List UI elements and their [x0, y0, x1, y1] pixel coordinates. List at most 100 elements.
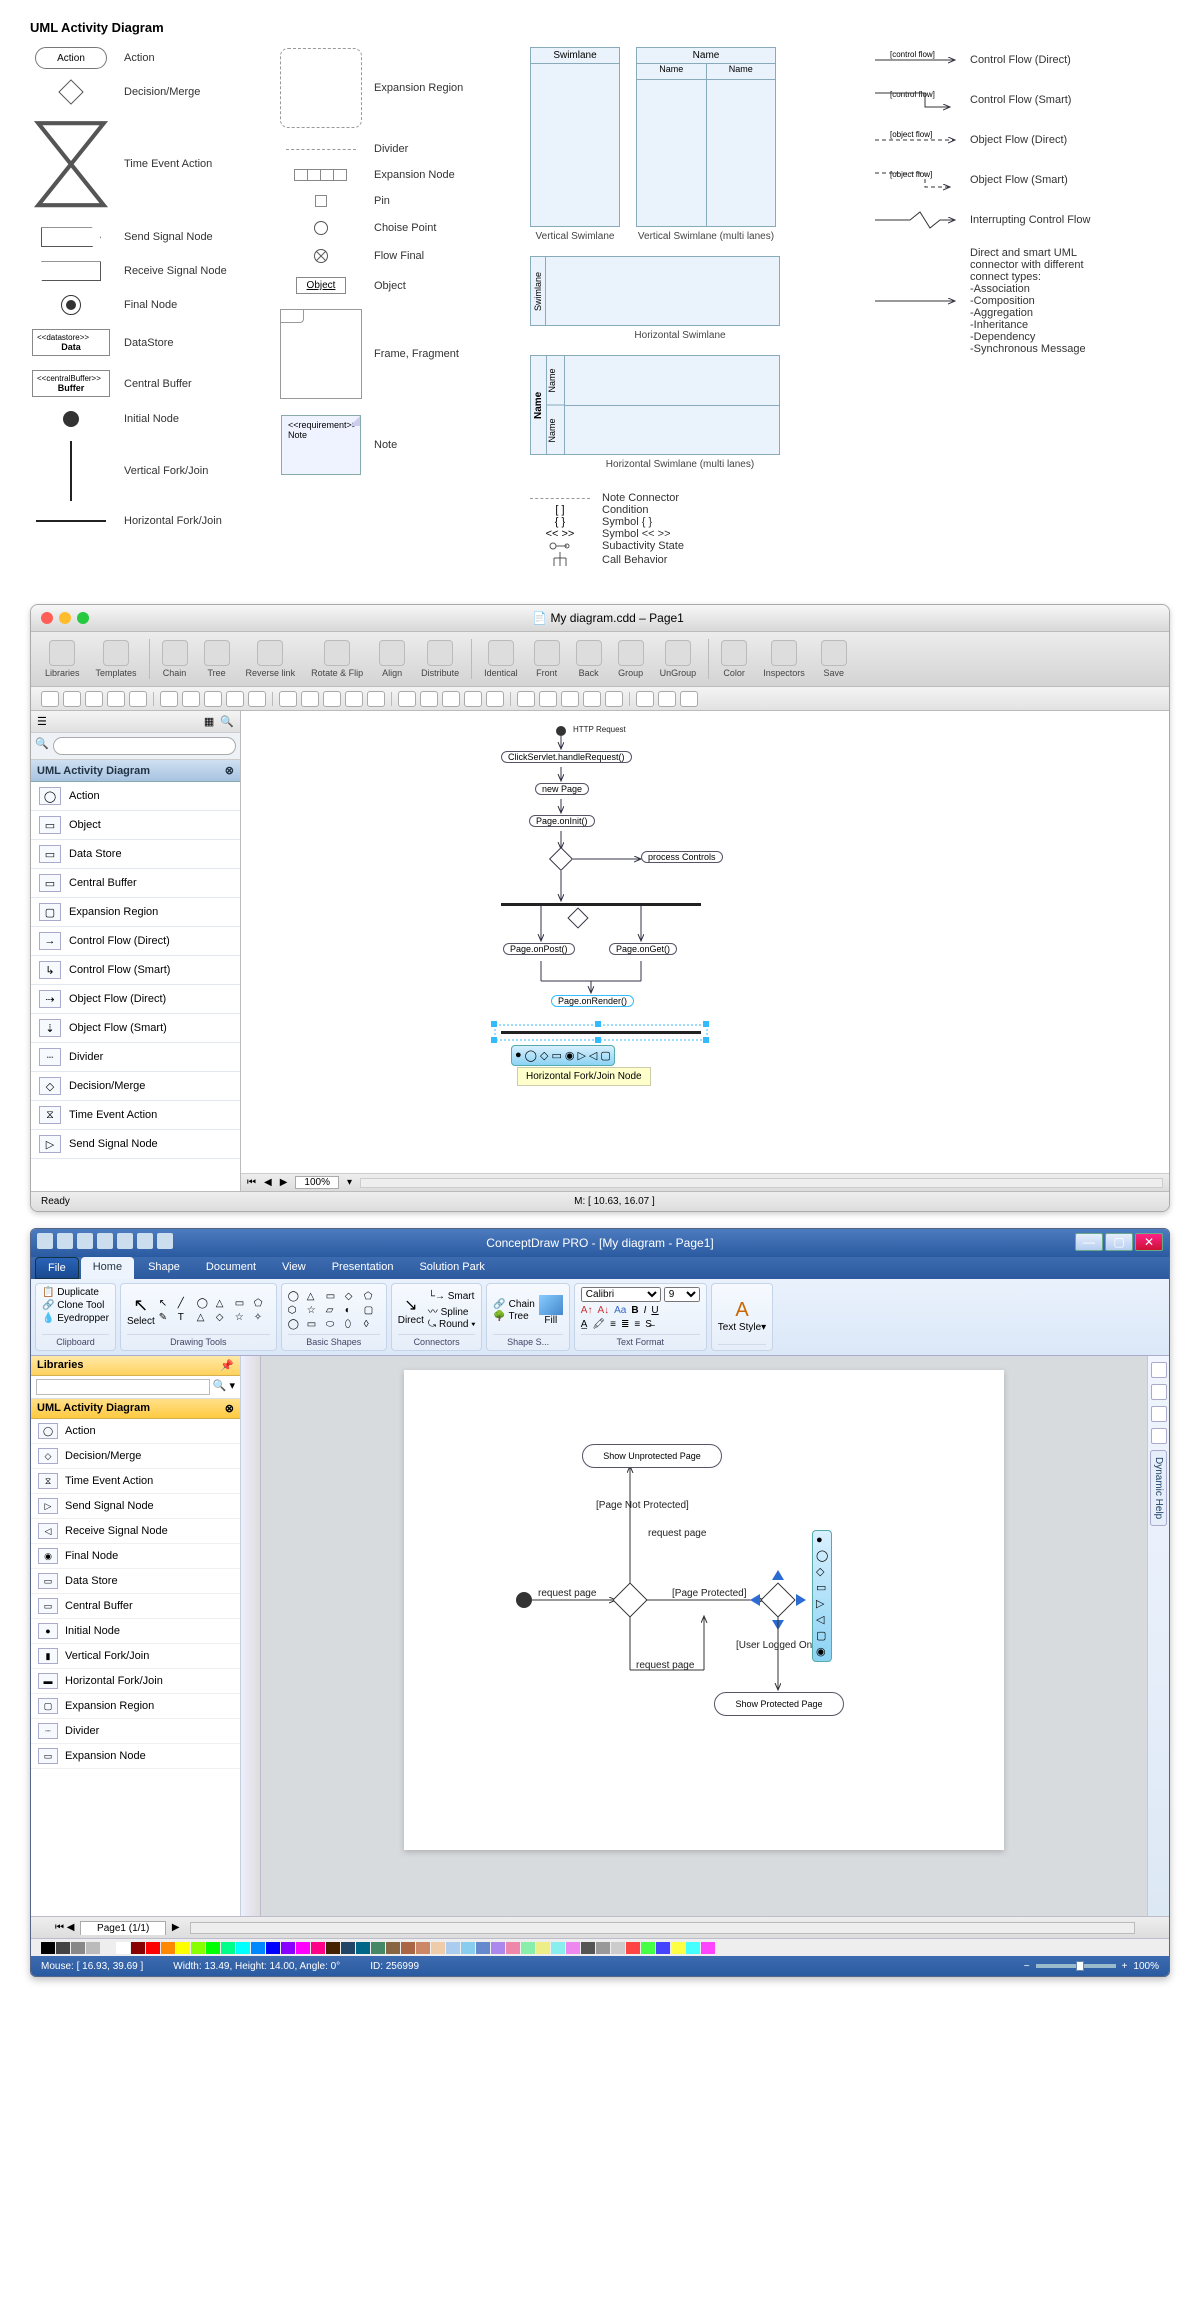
- first-page-icon[interactable]: ⏮: [55, 1922, 64, 1933]
- color-swatch[interactable]: [116, 1942, 130, 1954]
- strikethrough-icon[interactable]: S̶: [645, 1319, 652, 1330]
- basic-shape-button[interactable]: ◐: [345, 1305, 361, 1316]
- toolstrip-button[interactable]: [129, 691, 147, 707]
- toolstrip-button[interactable]: [539, 691, 557, 707]
- basic-shape-button[interactable]: ⬡: [288, 1305, 304, 1316]
- toolstrip-button[interactable]: [605, 691, 623, 707]
- win-titlebar[interactable]: ConceptDraw PRO - [My diagram - Page1] —…: [31, 1229, 1169, 1257]
- library-item-action[interactable]: ◯Action: [31, 1419, 240, 1444]
- color-palette[interactable]: [31, 1938, 1169, 1956]
- sidebar-item-control-flow-smart-[interactable]: ↳Control Flow (Smart): [31, 956, 240, 985]
- color-swatch[interactable]: [86, 1942, 100, 1954]
- color-swatch[interactable]: [221, 1942, 235, 1954]
- toolbar-chain-button[interactable]: Chain: [158, 640, 192, 678]
- color-swatch[interactable]: [701, 1942, 715, 1954]
- close-panel-icon[interactable]: ⊗: [225, 1402, 234, 1415]
- eyedropper-button[interactable]: 💧 Eyedropper: [42, 1313, 109, 1324]
- sidebar-item-object-flow-direct-[interactable]: ⇢Object Flow (Direct): [31, 985, 240, 1014]
- node[interactable]: Show Protected Page: [714, 1692, 844, 1716]
- panel-icon[interactable]: [1151, 1384, 1167, 1400]
- canvas-page[interactable]: Show Unprotected Page [Page Not Protecte…: [404, 1370, 1004, 1850]
- sidebar-item-data-store[interactable]: ▭Data Store: [31, 840, 240, 869]
- hscrollbar[interactable]: [190, 1922, 1135, 1934]
- color-swatch[interactable]: [236, 1942, 250, 1954]
- toolstrip-button[interactable]: [226, 691, 244, 707]
- color-swatch[interactable]: [656, 1942, 670, 1954]
- list-icon[interactable]: ☰: [37, 715, 47, 728]
- library-search-input[interactable]: [36, 1379, 210, 1395]
- bold-button[interactable]: B: [631, 1305, 638, 1316]
- decrease-font-icon[interactable]: A↓: [597, 1305, 609, 1316]
- shape-final-icon[interactable]: ◉: [816, 1645, 828, 1658]
- toolstrip-button[interactable]: [160, 691, 178, 707]
- spline-connector-button[interactable]: 〰 Spline: [428, 1303, 476, 1318]
- color-swatch[interactable]: [101, 1942, 115, 1954]
- basic-shape-button[interactable]: ◊: [364, 1319, 380, 1330]
- toolstrip-button[interactable]: [636, 691, 654, 707]
- shape-note-icon[interactable]: ▢: [600, 1049, 610, 1062]
- color-swatch[interactable]: [446, 1942, 460, 1954]
- search-options-icon[interactable]: ▾: [229, 1379, 235, 1395]
- basic-shape-button[interactable]: ◯: [288, 1319, 304, 1330]
- color-swatch[interactable]: [371, 1942, 385, 1954]
- toolstrip-button[interactable]: [279, 691, 297, 707]
- toolstrip-button[interactable]: [204, 691, 222, 707]
- basic-shape-button[interactable]: ⬭: [326, 1319, 342, 1330]
- sidebar-item-action[interactable]: ◯Action: [31, 782, 240, 811]
- library-item-initial-node[interactable]: ●Initial Node: [31, 1619, 240, 1644]
- color-swatch[interactable]: [641, 1942, 655, 1954]
- sidebar-list[interactable]: ◯Action▭Object▭Data Store▭Central Buffer…: [31, 782, 240, 1191]
- color-swatch[interactable]: [356, 1942, 370, 1954]
- basic-shape-button[interactable]: ▱: [326, 1305, 342, 1316]
- draw-tool-button[interactable]: △: [216, 1298, 232, 1309]
- node[interactable]: Page.onRender(): [551, 995, 634, 1007]
- color-swatch[interactable]: [311, 1942, 325, 1954]
- font-size-select[interactable]: 9: [664, 1287, 700, 1302]
- shape-diamond-icon[interactable]: ◇: [540, 1049, 548, 1062]
- dynamic-help-tab[interactable]: Dynamic Help: [1150, 1450, 1167, 1526]
- draw-tool-button[interactable]: ☆: [235, 1312, 251, 1323]
- color-swatch[interactable]: [506, 1942, 520, 1954]
- next-page-icon[interactable]: ▶: [280, 1177, 288, 1188]
- panel-icon[interactable]: [1151, 1362, 1167, 1378]
- toolstrip-button[interactable]: [248, 691, 266, 707]
- draw-tool-button[interactable]: T: [178, 1312, 194, 1323]
- color-swatch[interactable]: [626, 1942, 640, 1954]
- sidebar-item-divider[interactable]: ┈Divider: [31, 1043, 240, 1072]
- quick-access-toolbar[interactable]: [37, 1233, 173, 1249]
- toolbar-back-button[interactable]: Back: [572, 640, 606, 678]
- prev-page-icon[interactable]: ◀: [264, 1177, 272, 1188]
- hscrollbar[interactable]: [360, 1178, 1163, 1188]
- library-item-time-event-action[interactable]: ⧖Time Event Action: [31, 1469, 240, 1494]
- first-page-icon[interactable]: ⏮: [247, 1177, 256, 1188]
- library-item-expansion-node[interactable]: ▭Expansion Node: [31, 1744, 240, 1769]
- toolstrip-button[interactable]: [561, 691, 579, 707]
- toolstrip-button[interactable]: [85, 691, 103, 707]
- draw-tool-button[interactable]: ↖: [159, 1298, 175, 1309]
- shape-initial-icon[interactable]: ●: [816, 1534, 828, 1546]
- toolstrip-button[interactable]: [420, 691, 438, 707]
- color-swatch[interactable]: [191, 1942, 205, 1954]
- highlight-icon[interactable]: 🖍: [592, 1319, 605, 1330]
- prev-page-icon[interactable]: ◀: [67, 1922, 75, 1933]
- libraries-header[interactable]: Libraries📌: [31, 1356, 240, 1376]
- toolbar-tree-button[interactable]: Tree: [200, 640, 234, 678]
- zoom-controls[interactable]: − + 100%: [1024, 1961, 1159, 1972]
- color-swatch[interactable]: [161, 1942, 175, 1954]
- toolbar-color-button[interactable]: Color: [717, 640, 751, 678]
- toolstrip-button[interactable]: [63, 691, 81, 707]
- quick-shape-toolbar[interactable]: ●◯◇▭▷◁▢◉: [812, 1530, 832, 1662]
- color-swatch[interactable]: [41, 1942, 55, 1954]
- toolstrip-button[interactable]: [442, 691, 460, 707]
- toolbar-front-button[interactable]: Front: [530, 640, 564, 678]
- draw-tool-button[interactable]: ◇: [216, 1312, 232, 1323]
- draw-tool-button[interactable]: △: [197, 1312, 213, 1323]
- text-style-button[interactable]: AText Style▾: [718, 1299, 766, 1333]
- color-swatch[interactable]: [461, 1942, 475, 1954]
- node[interactable]: process Controls: [641, 851, 723, 863]
- fill-button[interactable]: Fill: [539, 1295, 563, 1326]
- color-swatch[interactable]: [176, 1942, 190, 1954]
- sidebar-item-send-signal-node[interactable]: ▷Send Signal Node: [31, 1130, 240, 1159]
- align-left-icon[interactable]: ≡: [610, 1319, 616, 1330]
- shape-send-icon[interactable]: ▷: [816, 1597, 828, 1610]
